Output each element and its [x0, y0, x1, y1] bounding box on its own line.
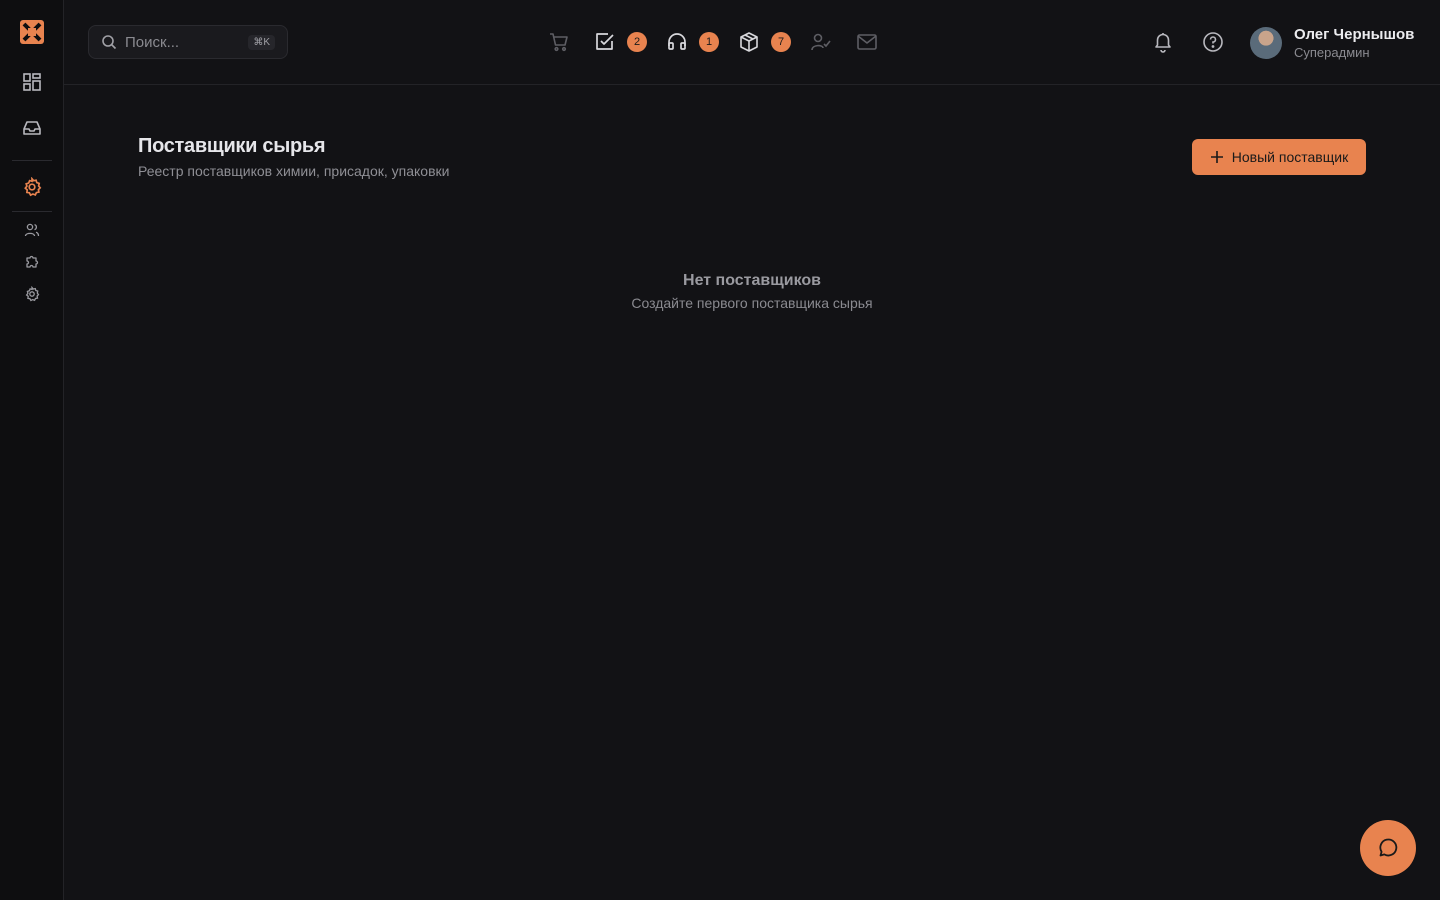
inbox-icon[interactable] — [16, 112, 48, 144]
sidebar-divider — [12, 211, 52, 212]
cart-button[interactable] — [548, 28, 570, 56]
bell-icon — [1155, 33, 1171, 53]
puzzle-icon[interactable] — [20, 250, 44, 274]
page-subtitle: Реестр поставщиков химии, присадок, упак… — [138, 163, 450, 179]
page-title: Поставщики сырья — [138, 135, 326, 157]
orders-badge: 7 — [771, 32, 791, 52]
mail-button[interactable] — [856, 28, 878, 56]
orders-button[interactable]: 7 — [738, 28, 791, 56]
tasks-button[interactable]: 2 — [594, 28, 647, 56]
empty-state-subtitle: Создайте первого поставщика сырья — [631, 295, 873, 311]
plus-icon — [1210, 151, 1223, 163]
user-role: Суперадмин — [1294, 44, 1370, 60]
avatar — [1250, 27, 1282, 59]
empty-state-title: Нет поставщиков — [683, 272, 821, 289]
user-menu[interactable]: Олег Чернышов Суперадмин — [1250, 25, 1414, 61]
sidebar-divider — [12, 160, 52, 161]
cart-icon — [550, 33, 568, 52]
help-icon — [1203, 32, 1223, 52]
new-supplier-label: Новый поставщик — [1231, 149, 1349, 165]
gear-icon[interactable] — [20, 282, 44, 306]
support-button[interactable]: 1 — [666, 28, 719, 56]
chat-button[interactable] — [1360, 820, 1416, 876]
user-name: Олег Чернышов — [1294, 25, 1415, 43]
user-check-icon — [811, 33, 831, 51]
top-bar: ⌘K 2 1 7 — [64, 0, 1440, 85]
mail-icon — [857, 34, 877, 50]
dashboard-icon[interactable] — [16, 66, 48, 98]
headset-icon — [668, 33, 686, 50]
new-supplier-button[interactable]: Новый поставщик — [1192, 139, 1366, 175]
tasks-badge: 2 — [627, 32, 647, 52]
search-box[interactable]: ⌘K — [88, 25, 288, 59]
search-icon — [102, 35, 117, 50]
chat-icon — [1379, 838, 1398, 857]
tasks-icon — [596, 33, 614, 50]
approvals-button[interactable] — [810, 28, 832, 56]
search-input[interactable] — [125, 33, 243, 51]
help-button[interactable] — [1199, 28, 1227, 56]
sidebar — [0, 0, 64, 900]
notifications-button[interactable] — [1149, 28, 1177, 56]
search-shortcut: ⌘K — [248, 34, 275, 50]
gear-icon[interactable] — [16, 171, 48, 203]
package-icon — [740, 32, 758, 52]
support-badge: 1 — [699, 32, 719, 52]
logo-icon[interactable] — [16, 16, 48, 48]
users-icon[interactable] — [20, 218, 44, 242]
